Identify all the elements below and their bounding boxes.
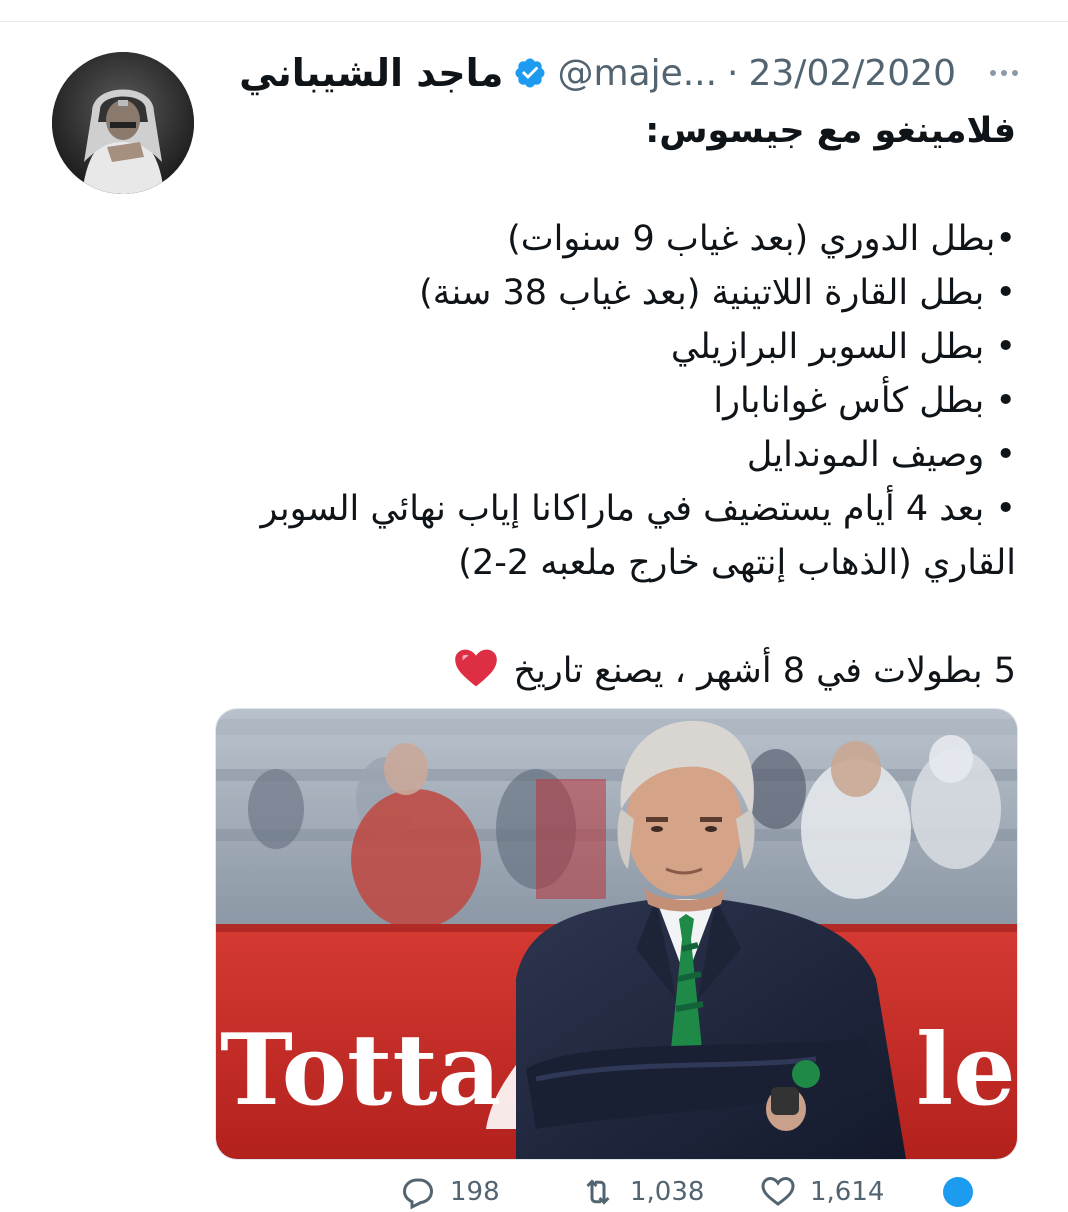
like-action[interactable]: 1,614 bbox=[760, 1174, 884, 1210]
avatar-image bbox=[52, 52, 194, 194]
tweet-image[interactable]: Totta ler bbox=[215, 708, 1018, 1160]
share-action[interactable] bbox=[940, 1174, 976, 1210]
tweet-line: • بطل القارة اللاتينية (بعد غياب 38 سنة) bbox=[419, 273, 1016, 313]
tweet-line-heading: فلامينغو مع جيسوس: bbox=[645, 111, 1016, 151]
banner-text-right: ler bbox=[916, 1013, 1017, 1128]
tweet-date[interactable]: 23/02/2020 bbox=[749, 53, 957, 94]
tweet-line: • بطل السوبر البرازيلي bbox=[670, 327, 1016, 367]
tweet-line: • وصيف الموندايل bbox=[746, 435, 1016, 475]
verified-badge-icon bbox=[515, 58, 545, 88]
more-dot bbox=[1012, 70, 1018, 76]
tweet-line: • بعد 4 أيام يستضيف في ماراكانا إياب نها… bbox=[260, 489, 1016, 529]
more-dot bbox=[1001, 70, 1007, 76]
tweet-text: فلامينغو مع جيسوس: •بطل الدوري (بعد غياب… bbox=[214, 104, 1016, 698]
tweet-line: •بطل الدوري (بعد غياب 9 سنوات) bbox=[507, 219, 1016, 259]
reply-icon bbox=[402, 1178, 434, 1210]
retweet-icon bbox=[586, 1179, 610, 1205]
summary-text: 5 بطولات في 8 أشهر ، يصنع تاريخ bbox=[513, 651, 1016, 691]
tweet-line: القاري (الذهاب إنتهى خارج ملعبه 2-2) bbox=[458, 543, 1016, 583]
like-count: 1,614 bbox=[810, 1177, 885, 1207]
tweet-line-summary: 5 بطولات في 8 أشهر ، يصنع تاريخ bbox=[214, 644, 1016, 698]
avatar[interactable] bbox=[52, 52, 194, 194]
author-handle[interactable]: @maje... bbox=[557, 53, 717, 94]
reply-count: 198 bbox=[450, 1177, 500, 1207]
coach-photo: Totta ler bbox=[216, 709, 1017, 1159]
share-icon bbox=[943, 1177, 973, 1207]
tweet-header: ماجد الشيباني @maje... · 23/02/2020 bbox=[239, 48, 1018, 98]
more-options-icon[interactable] bbox=[990, 70, 1018, 76]
reply-action[interactable]: 198 bbox=[400, 1174, 500, 1210]
tweet-actions: 198 1,038 1,614 bbox=[220, 1172, 1010, 1212]
retweet-action[interactable]: 1,038 bbox=[580, 1174, 704, 1210]
red-heart-icon bbox=[455, 649, 498, 687]
author-name[interactable]: ماجد الشيباني bbox=[239, 51, 503, 95]
tweet-line: • بطل كأس غوانابارا bbox=[713, 381, 1016, 421]
retweet-count: 1,038 bbox=[630, 1177, 705, 1207]
top-divider bbox=[0, 21, 1068, 22]
more-dot bbox=[990, 70, 996, 76]
banner-text-left: Totta bbox=[220, 1013, 501, 1128]
like-heart-icon bbox=[761, 1176, 795, 1206]
separator-dot: · bbox=[727, 52, 739, 94]
